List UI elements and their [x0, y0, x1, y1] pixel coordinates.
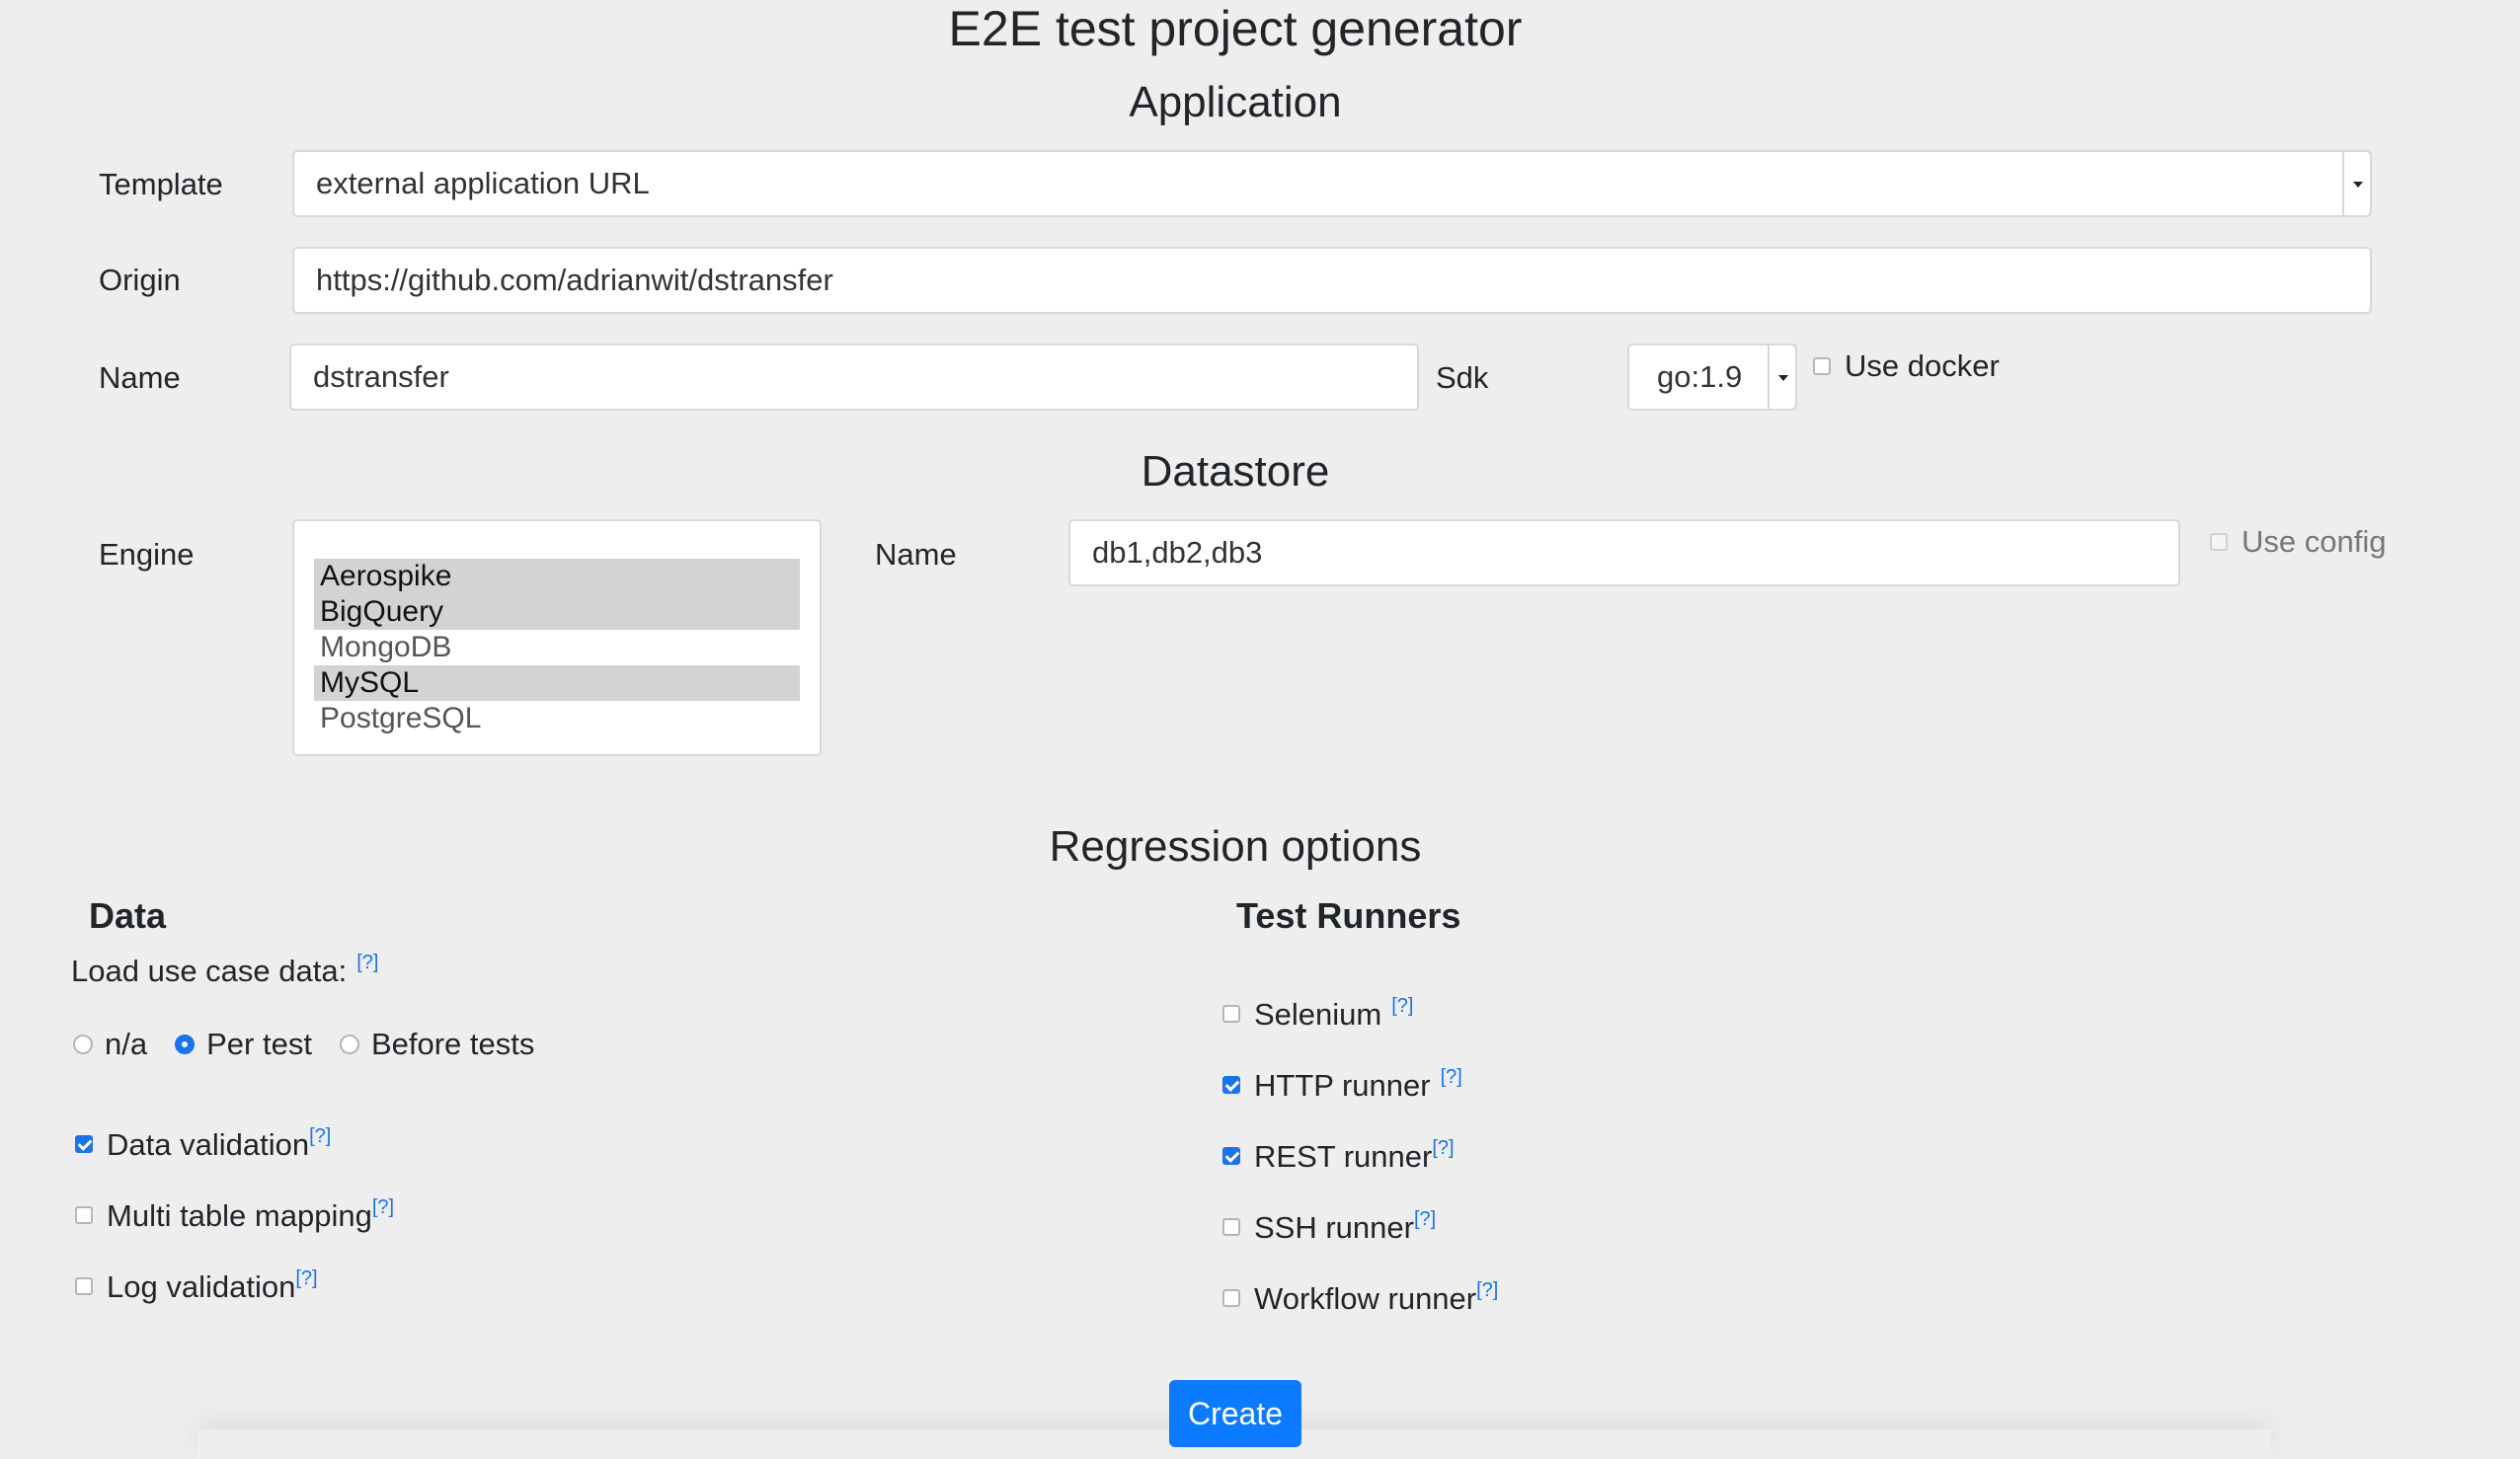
test-runners-heading: Test Runners [1236, 895, 1461, 936]
rest-runner-help-link[interactable]: [?] [1432, 1137, 1454, 1160]
http-runner-checkbox[interactable] [1222, 1076, 1240, 1094]
radio-per-test[interactable] [175, 1035, 196, 1054]
datastore-heading: Datastore [1141, 447, 1330, 496]
name-input[interactable]: dstransfer [289, 344, 1419, 411]
engine-label: Engine [99, 537, 195, 572]
use-config-checkbox[interactable] [2210, 533, 2228, 551]
engine-option-postgresql[interactable]: PostgreSQL [314, 701, 800, 736]
origin-input[interactable]: https://github.com/adrianwit/dstransfer [292, 247, 2372, 314]
data-validation-option[interactable]: Data validation [?] [75, 1125, 331, 1165]
origin-label: Origin [99, 263, 181, 297]
multi-table-mapping-checkbox[interactable] [75, 1206, 93, 1224]
runner-rest[interactable]: REST runner [?] [1222, 1137, 1455, 1177]
runner-selenium[interactable]: Selenium [?] [1222, 995, 1414, 1035]
radio-per-test-label: Per test [206, 1027, 312, 1061]
engine-listbox[interactable]: Aerospike BigQuery MongoDB MySQL Postgre… [292, 519, 822, 756]
http-runner-label: HTTP runner [1254, 1068, 1431, 1103]
multi-table-mapping-label: Multi table mapping [107, 1198, 372, 1233]
data-validation-label: Data validation [107, 1127, 310, 1162]
datastore-name-label: Name [875, 537, 957, 572]
application-heading: Application [1129, 78, 1342, 126]
log-validation-checkbox[interactable] [75, 1277, 93, 1295]
data-validation-help-link[interactable]: [?] [309, 1125, 331, 1148]
datastore-name-input[interactable]: db1,db2,db3 [1068, 519, 2180, 586]
chevron-down-icon [2342, 152, 2370, 215]
runner-http[interactable]: HTTP runner [?] [1222, 1066, 1462, 1106]
http-runner-help-link[interactable]: [?] [1441, 1066, 1462, 1089]
runner-ssh[interactable]: SSH runner [?] [1222, 1208, 1436, 1248]
radio-na-label: n/a [105, 1027, 148, 1061]
ssh-runner-help-link[interactable]: [?] [1414, 1208, 1436, 1231]
rest-runner-label: REST runner [1254, 1139, 1433, 1174]
load-use-case-help-link[interactable]: [?] [356, 952, 378, 974]
selenium-help-link[interactable]: [?] [1391, 995, 1413, 1018]
use-docker-option[interactable]: Use docker [1813, 346, 2000, 386]
regression-heading: Regression options [1049, 822, 1422, 871]
multi-table-mapping-option[interactable]: Multi table mapping [?] [75, 1196, 394, 1236]
load-use-case-radios: n/a Per test Before tests [73, 1025, 534, 1064]
data-heading: Data [89, 895, 167, 936]
engine-option-mongodb[interactable]: MongoDB [314, 630, 800, 665]
workflow-runner-help-link[interactable]: [?] [1476, 1279, 1498, 1302]
load-use-case-row: Load use case data: [?] [71, 952, 378, 991]
selenium-label: Selenium [1254, 997, 1382, 1032]
radio-before-tests-label: Before tests [370, 1027, 535, 1061]
data-validation-checkbox[interactable] [75, 1135, 93, 1153]
use-config-label: Use config [2242, 524, 2387, 559]
page-title: E2E test project generator [948, 1, 1523, 56]
selenium-checkbox[interactable] [1222, 1005, 1240, 1023]
engine-option-aerospike[interactable]: Aerospike [314, 559, 800, 594]
runner-workflow[interactable]: Workflow runner [?] [1222, 1279, 1498, 1319]
radio-na[interactable] [73, 1035, 93, 1054]
use-docker-label: Use docker [1845, 348, 2000, 383]
use-config-option[interactable]: Use config [2210, 522, 2386, 562]
sdk-label: Sdk [1436, 360, 1489, 395]
log-validation-label: Log validation [107, 1269, 296, 1304]
ssh-runner-checkbox[interactable] [1222, 1218, 1240, 1236]
workflow-runner-label: Workflow runner [1254, 1281, 1477, 1316]
sdk-select[interactable]: go:1.9 [1627, 344, 1797, 411]
chevron-down-icon [1768, 346, 1795, 409]
load-use-case-label: Load use case data: [71, 954, 348, 988]
engine-option-bigquery[interactable]: BigQuery [314, 594, 800, 630]
template-select-value: external application URL [316, 166, 650, 200]
name-label: Name [99, 360, 181, 395]
log-validation-help-link[interactable]: [?] [295, 1267, 317, 1290]
radio-before-tests[interactable] [339, 1035, 359, 1054]
use-docker-checkbox[interactable] [1813, 357, 1831, 375]
multi-table-mapping-help-link[interactable]: [?] [372, 1196, 394, 1219]
log-validation-option[interactable]: Log validation [?] [75, 1267, 318, 1307]
sdk-select-value: go:1.9 [1657, 359, 1743, 394]
ssh-runner-label: SSH runner [1254, 1210, 1414, 1245]
workflow-runner-checkbox[interactable] [1222, 1289, 1240, 1307]
rest-runner-checkbox[interactable] [1222, 1147, 1240, 1165]
template-label: Template [99, 167, 223, 201]
template-select[interactable]: external application URL [292, 150, 2372, 217]
create-button[interactable]: Create [1169, 1380, 1301, 1447]
engine-option-mysql[interactable]: MySQL [314, 665, 800, 701]
